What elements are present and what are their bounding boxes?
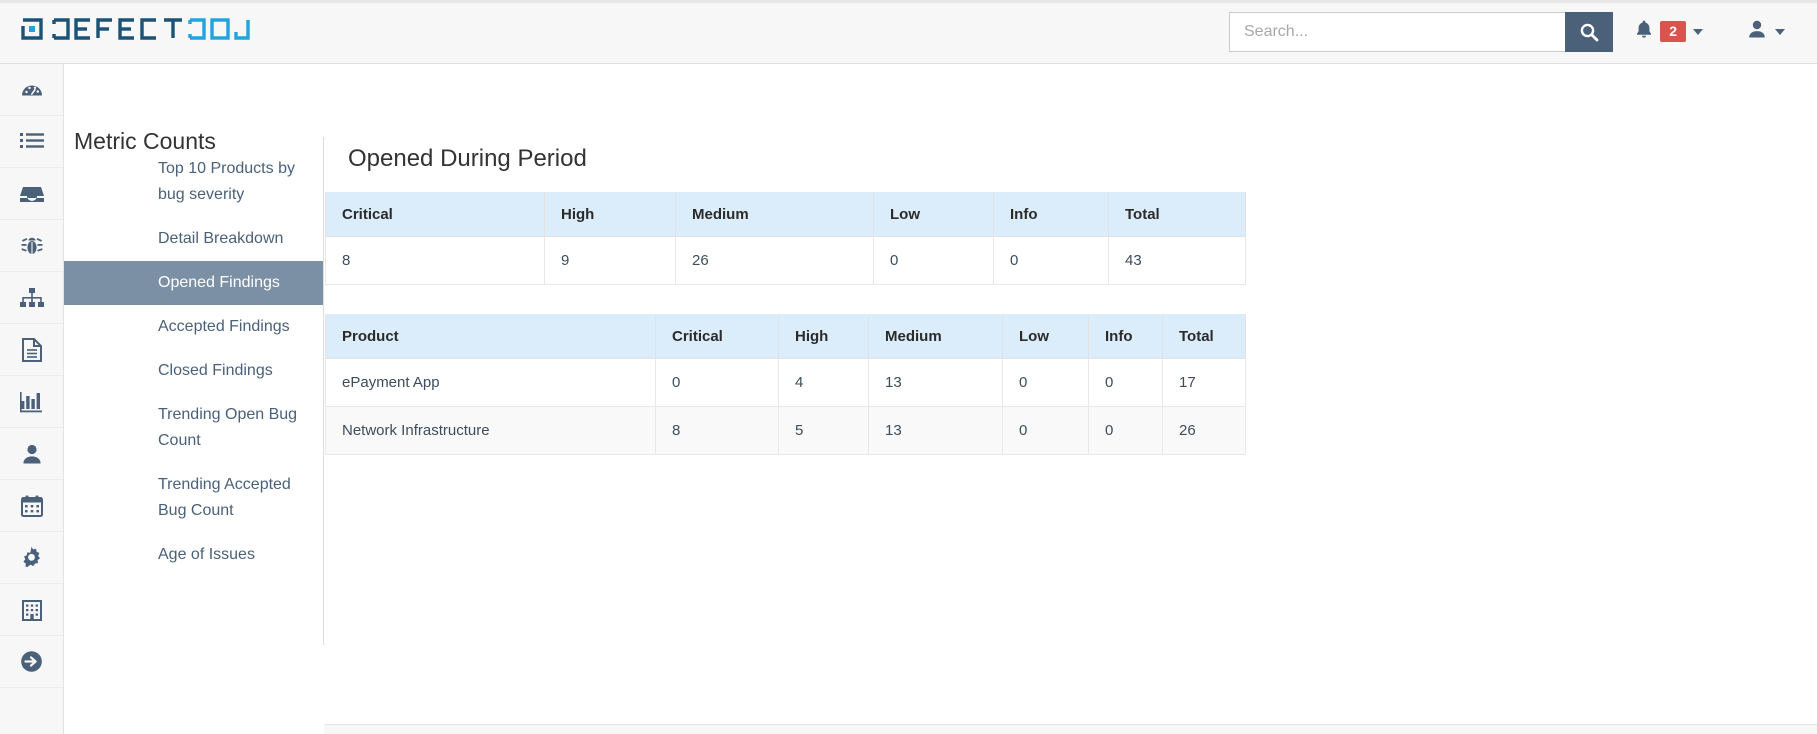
search-icon (1579, 22, 1599, 42)
gear-icon (20, 546, 43, 569)
cell-info: 0 (1088, 406, 1163, 455)
sidebar-item-users[interactable] (0, 428, 63, 480)
user-menu[interactable] (1719, 0, 1799, 63)
top-header-bar: 2 (0, 0, 1817, 64)
cell-low: 0 (873, 236, 994, 285)
sidebar-item-metrics[interactable] (0, 376, 63, 428)
sidebar-item-dashboard[interactable] (0, 64, 63, 116)
cell-product[interactable]: ePayment App (325, 358, 656, 407)
column-header-medium[interactable]: Medium (868, 314, 1003, 359)
subnav-item-accepted-findings[interactable]: Accepted Findings (64, 305, 323, 349)
sidebar-item-configuration[interactable] (0, 532, 63, 584)
cell-info: 0 (1088, 358, 1163, 407)
building-icon (21, 599, 43, 621)
header-right-controls: 2 (1619, 0, 1799, 63)
table-header-row: Critical High Medium Low Info Total (325, 192, 1246, 237)
subnav-divider (323, 137, 324, 645)
table-header-row: Product Critical High Medium Low Info To… (325, 314, 1246, 359)
cell-low: 0 (1002, 406, 1089, 455)
cell-high: 5 (778, 406, 869, 455)
subnav-item-top-10-products[interactable]: Top 10 Products by bug severity (64, 147, 323, 217)
bug-icon (20, 235, 43, 257)
list-icon (19, 132, 44, 152)
primary-icon-sidebar (0, 64, 64, 734)
sidebar-item-engagements[interactable] (0, 168, 63, 220)
column-header-total[interactable]: Total (1108, 192, 1246, 237)
page-title: Opened During Period (348, 145, 587, 173)
chevron-down-icon (1693, 28, 1703, 35)
sidebar-item-product-types[interactable] (0, 272, 63, 324)
cell-critical: 0 (655, 358, 779, 407)
cell-high: 9 (544, 236, 676, 285)
bell-icon (1635, 19, 1653, 44)
sidebar-item-organization[interactable] (0, 584, 63, 636)
cell-critical: 8 (655, 406, 779, 455)
cell-high: 4 (778, 358, 869, 407)
column-header-medium[interactable]: Medium (675, 192, 874, 237)
footer (324, 725, 1817, 734)
sidebar-item-logout[interactable] (0, 636, 63, 688)
opened-by-product-table: Product Critical High Medium Low Info To… (325, 314, 1246, 455)
bar-chart-icon (19, 391, 44, 413)
cell-critical: 8 (325, 236, 545, 285)
sidebar-item-products[interactable] (0, 220, 63, 272)
table-row: ePayment App 0 4 13 0 0 17 (325, 358, 1246, 407)
subnav-item-opened-findings[interactable]: Opened Findings (64, 261, 323, 305)
cell-total: 17 (1162, 358, 1246, 407)
sidebar-item-reports[interactable] (0, 324, 63, 376)
cell-product[interactable]: Network Infrastructure (325, 406, 656, 455)
column-header-product[interactable]: Product (325, 314, 656, 359)
table-row: 8 9 26 0 0 43 (325, 236, 1246, 285)
document-icon (21, 337, 42, 362)
calendar-icon (20, 495, 43, 517)
main-content: Opened During Period Critical High Mediu… (324, 64, 1817, 734)
cell-medium: 13 (868, 406, 1003, 455)
table-row: Network Infrastructure 8 5 13 0 0 26 (325, 406, 1246, 455)
subnav-item-detail-breakdown[interactable]: Detail Breakdown (64, 217, 323, 261)
defectdojo-logo[interactable] (20, 14, 260, 48)
column-header-critical[interactable]: Critical (655, 314, 779, 359)
cell-total: 43 (1108, 236, 1246, 285)
column-header-info[interactable]: Info (1088, 314, 1163, 359)
user-icon (21, 443, 43, 465)
column-header-info[interactable]: Info (993, 192, 1109, 237)
user-icon (1747, 19, 1767, 44)
notifications-menu[interactable]: 2 (1619, 0, 1719, 63)
cell-medium: 13 (868, 358, 1003, 407)
metric-counts-nav: Top 10 Products by bug severity Detail B… (64, 147, 323, 577)
cell-medium: 26 (675, 236, 874, 285)
column-header-critical[interactable]: Critical (325, 192, 545, 237)
opened-severity-table: Critical High Medium Low Info Total 8 9 … (325, 192, 1246, 285)
global-search (1229, 12, 1613, 52)
inbox-icon (19, 184, 44, 204)
subnav-item-closed-findings[interactable]: Closed Findings (64, 349, 323, 393)
sidebar-item-findings[interactable] (0, 116, 63, 168)
chevron-down-icon (1775, 28, 1785, 35)
cell-total: 26 (1162, 406, 1246, 455)
column-header-low[interactable]: Low (1002, 314, 1089, 359)
column-header-high[interactable]: High (544, 192, 676, 237)
subnav-item-trending-accepted-bug-count[interactable]: Trending Accepted Bug Count (64, 463, 323, 533)
sitemap-icon (19, 287, 44, 308)
column-header-total[interactable]: Total (1162, 314, 1246, 359)
subnav-item-age-of-issues[interactable]: Age of Issues (64, 533, 323, 577)
arrow-circle-right-icon (20, 650, 43, 673)
column-header-low[interactable]: Low (873, 192, 994, 237)
notification-count-badge: 2 (1660, 20, 1686, 43)
cell-low: 0 (1002, 358, 1089, 407)
sidebar-item-calendar[interactable] (0, 480, 63, 532)
subnav-item-trending-open-bug-count[interactable]: Trending Open Bug Count (64, 393, 323, 463)
search-input[interactable] (1229, 12, 1565, 52)
column-header-high[interactable]: High (778, 314, 869, 359)
cell-info: 0 (993, 236, 1109, 285)
dashboard-icon (20, 78, 44, 102)
search-button[interactable] (1565, 12, 1613, 52)
